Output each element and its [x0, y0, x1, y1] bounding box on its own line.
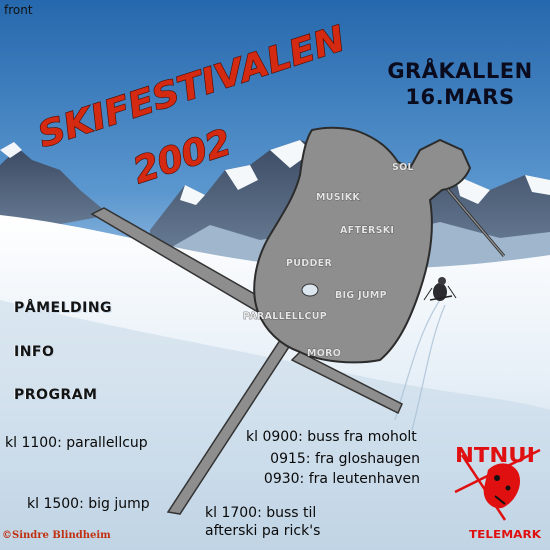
venue-info: GRÅKALLEN 16.MARS: [380, 58, 540, 110]
schedule-buss-moholt: kl 0900: buss fra moholt: [246, 429, 417, 445]
map-lake: [301, 283, 319, 297]
schedule-afterski-line-2: afterski pa rick's: [205, 523, 321, 539]
map-label-musikk[interactable]: MUSIKK: [316, 192, 361, 204]
schedule-afterski-line-1: kl 1700: buss til: [205, 505, 317, 521]
nav-link-pamelding[interactable]: PÅMELDING: [14, 300, 112, 316]
logo-bottom-text: TELEMARK: [469, 528, 542, 541]
nav-link-info[interactable]: INFO: [14, 344, 54, 360]
event-date: 16.MARS: [405, 85, 515, 109]
map-label-parallellcup[interactable]: PARALLELLCUP: [243, 311, 327, 323]
nav-link-program[interactable]: PROGRAM: [14, 387, 97, 403]
photo-credit: ©Sindre Blindheim: [2, 530, 111, 541]
front-label: front: [4, 3, 33, 17]
map-label-pudder[interactable]: PUDDER: [286, 258, 333, 270]
map-label-big-jump[interactable]: BIG JUMP: [335, 290, 387, 302]
schedule-parallellcup: kl 1100: parallellcup: [5, 435, 148, 451]
map-label-afterski[interactable]: AFTERSKI: [340, 225, 395, 237]
map-label-sol[interactable]: SOL: [392, 162, 414, 174]
map-label-moro[interactable]: MORO: [307, 348, 341, 360]
schedule-leutenhaven: 0930: fra leutenhaven: [263, 471, 420, 487]
schedule-buss-afterski: kl 1700: buss til afterski pa rick's: [205, 504, 320, 540]
schedule-big-jump: kl 1500: big jump: [27, 496, 150, 512]
venue-name: GRÅKALLEN: [387, 59, 533, 83]
schedule-gloshaugen: 0915: fra gloshaugen: [270, 451, 420, 467]
